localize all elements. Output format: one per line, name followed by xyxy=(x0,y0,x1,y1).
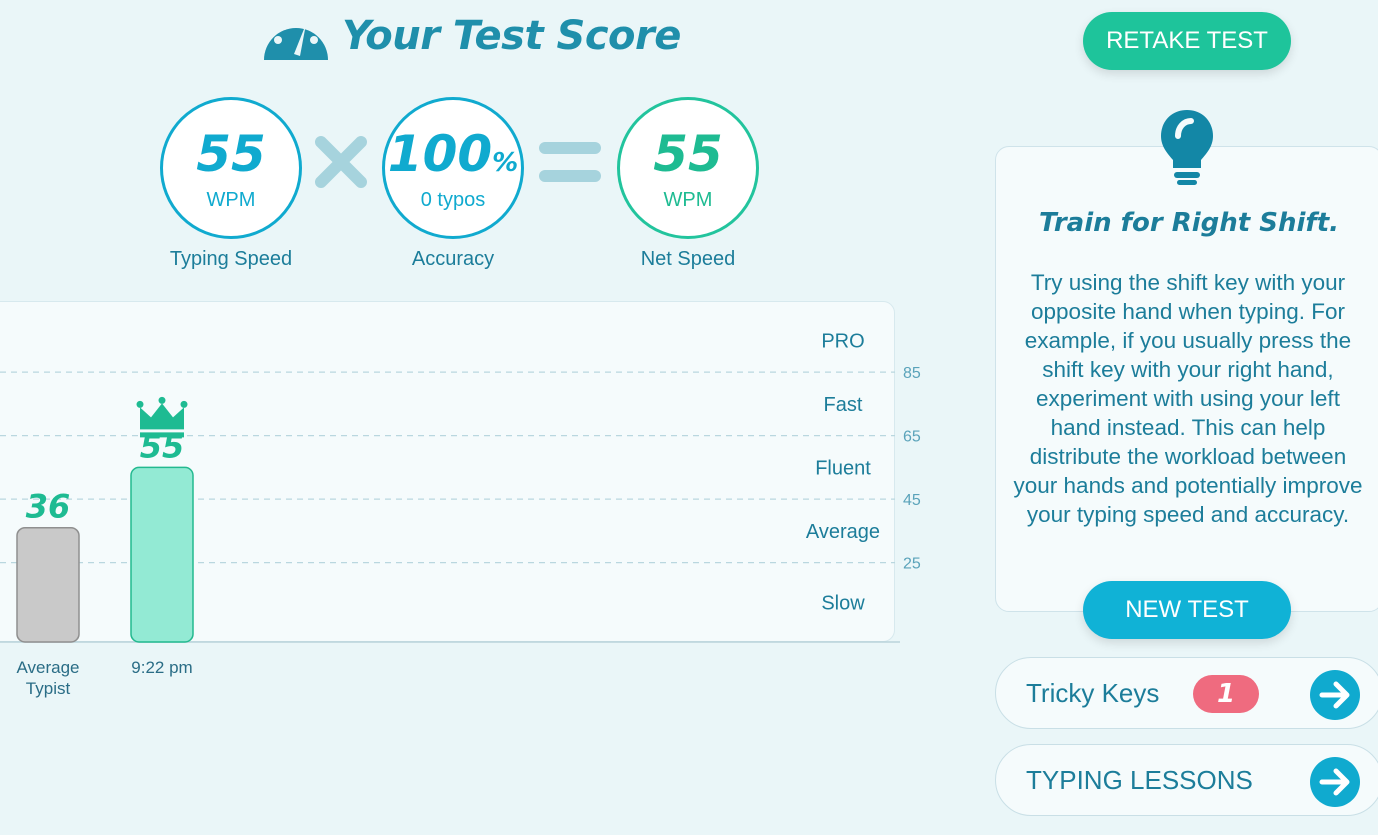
bar-current-test xyxy=(130,466,194,643)
x-category-label: 9:22 pm xyxy=(131,658,192,677)
tricky-keys-count-badge: 1 xyxy=(1193,675,1259,713)
tip-title: Train for Right Shift. xyxy=(1038,208,1340,238)
tricky-keys-label: Tricky Keys xyxy=(1026,678,1160,708)
y-tick-label: 65 xyxy=(903,429,921,446)
speed-chart: 25 45 65 85 Slow Average Fluent Fast PRO 36 Averag… xyxy=(0,330,921,698)
crown-jewel xyxy=(136,400,144,408)
x-category-label: Average xyxy=(16,658,79,677)
speed-band-label: Fast xyxy=(824,394,863,416)
lightbulb-icon xyxy=(1161,110,1213,185)
tricky-keys-link[interactable]: Tricky Keys 1 xyxy=(995,657,1378,729)
bar-value-label: 36 xyxy=(26,488,71,526)
typing-lessons-label: TYPING LESSONS xyxy=(1026,765,1253,795)
arrow-right-icon xyxy=(1310,757,1360,807)
speed-band-label: PRO xyxy=(821,330,864,352)
new-test-button[interactable]: NEW TEST xyxy=(1083,581,1291,639)
y-tick-label: 85 xyxy=(903,365,921,382)
speed-band-label: Slow xyxy=(821,592,865,614)
crown-jewel xyxy=(158,396,166,404)
tip-body: Try using the shift key with your opposi… xyxy=(1013,270,1363,527)
speed-band-label: Average xyxy=(806,521,880,543)
retake-test-button[interactable]: RETAKE TEST xyxy=(1083,12,1291,70)
bar-average-typist xyxy=(16,526,80,643)
y-tick-label: 25 xyxy=(903,556,921,573)
speed-band-label: Fluent xyxy=(815,457,871,479)
x-category-label: Typist xyxy=(26,679,71,698)
y-tick-label: 45 xyxy=(903,492,921,509)
arrow-right-icon xyxy=(1310,670,1360,720)
typing-lessons-link[interactable]: TYPING LESSONS xyxy=(995,744,1378,816)
crown-jewel xyxy=(180,400,188,408)
